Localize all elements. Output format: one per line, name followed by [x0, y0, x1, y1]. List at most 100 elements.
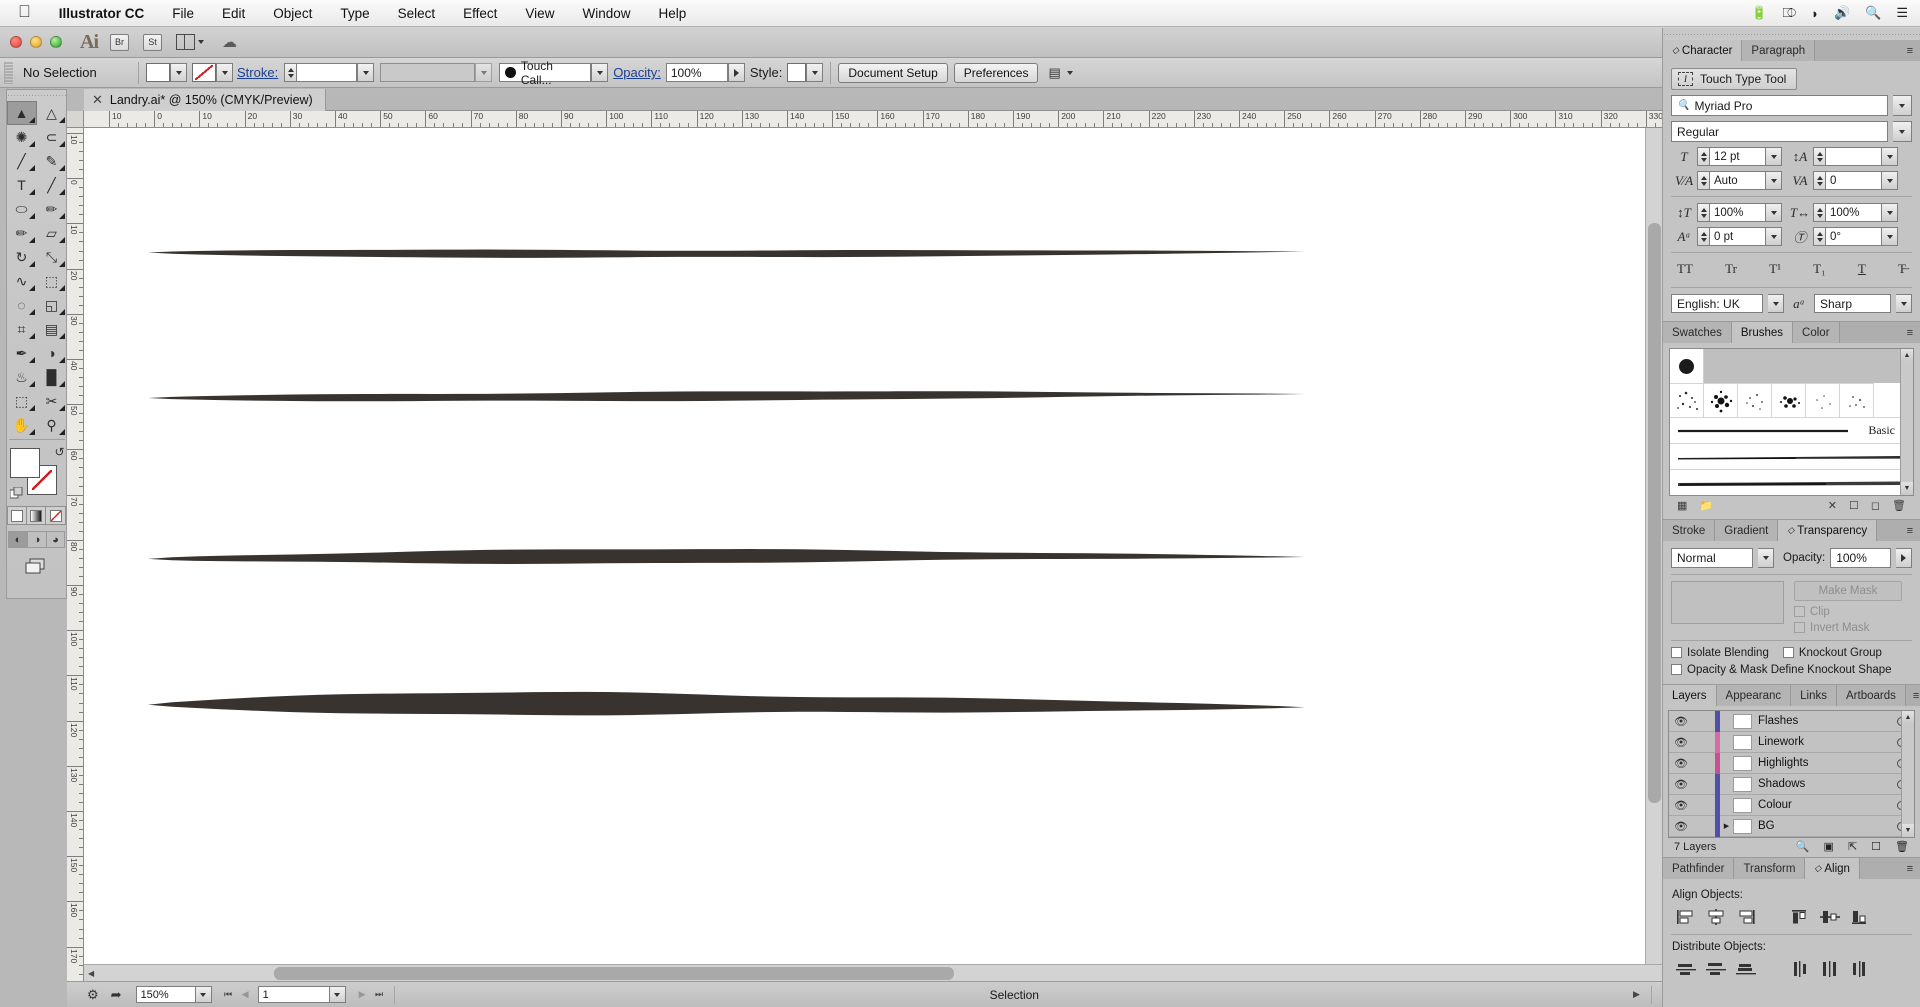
- transparency-opacity-input[interactable]: 100%: [1830, 548, 1891, 568]
- knockout-group-checkbox[interactable]: Knockout Group: [1782, 647, 1882, 659]
- swap-fill-stroke-icon[interactable]: ↺: [54, 445, 64, 459]
- draw-inside-button[interactable]: ◕: [46, 531, 65, 548]
- eraser-tool[interactable]: ▱: [37, 221, 67, 245]
- small-caps-button[interactable]: Tr: [1725, 261, 1737, 277]
- tab-color[interactable]: Color: [1793, 322, 1840, 343]
- scatter-brush-4-item[interactable]: [1772, 383, 1806, 417]
- distribute-vertical-center-button[interactable]: [1701, 958, 1731, 980]
- layer-row[interactable]: 👁 Flashes: [1669, 710, 1914, 732]
- color-mode-button[interactable]: [8, 507, 27, 524]
- delete-brush-icon[interactable]: 🗑: [1892, 499, 1906, 512]
- scatter-brush-3-item[interactable]: [1738, 383, 1772, 417]
- stroke-weight-dropdown[interactable]: [357, 63, 375, 82]
- opacity-popup-button[interactable]: [727, 63, 745, 82]
- scatter-brush-6-item[interactable]: [1840, 383, 1874, 417]
- tab-stroke[interactable]: Stroke: [1663, 520, 1716, 541]
- vertical-scroll-thumb[interactable]: [1648, 223, 1661, 803]
- chevron-down-icon[interactable]: [1066, 70, 1073, 75]
- preferences-button[interactable]: Preferences: [953, 62, 1039, 83]
- new-layer-icon[interactable]: ☐: [1871, 840, 1881, 853]
- dock-grip[interactable]: [1663, 28, 1920, 40]
- scatter-brush-1-item[interactable]: [1670, 383, 1704, 417]
- font-style-input[interactable]: Regular: [1671, 121, 1888, 142]
- volume-icon[interactable]: 🔊: [1834, 5, 1850, 21]
- document-tab[interactable]: ✕ Landry.ai* @ 150% (CMYK/Preview): [84, 89, 326, 111]
- tab-character[interactable]: ◇ Character: [1663, 40, 1743, 61]
- layer-name[interactable]: BG: [1758, 820, 1888, 832]
- language-select[interactable]: English: UK: [1671, 294, 1763, 313]
- menu-edit[interactable]: Edit: [208, 6, 259, 21]
- change-screen-mode-button[interactable]: [25, 558, 49, 579]
- menu-view[interactable]: View: [511, 6, 568, 21]
- close-icon[interactable]: ✕: [92, 92, 103, 108]
- character-rotation-stepper[interactable]: [1813, 227, 1826, 246]
- scatter-brush-5-item[interactable]: [1806, 383, 1840, 417]
- subscript-button[interactable]: T₁: [1813, 261, 1825, 277]
- layer-row[interactable]: 👁 Highlights: [1669, 752, 1914, 774]
- menu-window[interactable]: Window: [568, 6, 644, 21]
- first-artboard-icon[interactable]: ⏮: [220, 989, 237, 1000]
- bridge-button[interactable]: Br: [110, 33, 129, 51]
- release-to-layers-icon[interactable]: ⇱: [1848, 840, 1857, 853]
- prev-artboard-icon[interactable]: ◀: [237, 989, 254, 1000]
- vertical-scale-stepper[interactable]: [1697, 203, 1710, 222]
- vertical-scale-dropdown[interactable]: [1766, 203, 1782, 222]
- tracking-dropdown[interactable]: [1882, 171, 1898, 190]
- scatter-brush-2-item[interactable]: [1704, 383, 1738, 417]
- stroke-weight-stepper[interactable]: [284, 63, 298, 82]
- opacity-input[interactable]: 100%: [665, 63, 728, 82]
- leading-stepper[interactable]: [1813, 147, 1826, 166]
- transparency-opacity-popup[interactable]: [1896, 548, 1912, 568]
- distribute-right-button[interactable]: [1845, 958, 1875, 980]
- character-rotation-input[interactable]: 0°: [1826, 227, 1882, 246]
- options-icon[interactable]: ☐: [1849, 499, 1859, 512]
- draw-normal-button[interactable]: ◐: [8, 531, 27, 548]
- align-vertical-center-button[interactable]: [1815, 906, 1845, 928]
- menu-effect[interactable]: Effect: [449, 6, 511, 21]
- scroll-down-icon[interactable]: ▼: [1901, 482, 1913, 495]
- baseline-shift-input[interactable]: 0 pt: [1710, 227, 1766, 246]
- layer-visibility-toggle[interactable]: 👁: [1669, 715, 1693, 728]
- art-brush-2-item[interactable]: [1670, 469, 1913, 495]
- new-brush-icon[interactable]: ◻: [1871, 499, 1880, 512]
- opacity-mask-define-checkbox[interactable]: Opacity & Mask Define Knockout Shape: [1671, 664, 1912, 676]
- baseline-shift-dropdown[interactable]: [1766, 227, 1782, 246]
- zoom-level-input[interactable]: 150%: [135, 986, 196, 1003]
- leading-dropdown[interactable]: [1882, 147, 1898, 166]
- horizontal-scroll-thumb[interactable]: [274, 967, 954, 980]
- perspective-grid-tool[interactable]: ◱: [37, 293, 67, 317]
- stroke-profile-dropdown[interactable]: [475, 63, 493, 82]
- gradient-tool[interactable]: ▤: [37, 317, 67, 341]
- menu-file[interactable]: File: [158, 6, 208, 21]
- tab-links[interactable]: Links: [1791, 685, 1838, 706]
- layer-name[interactable]: Colour: [1758, 799, 1888, 811]
- arrange-documents-button[interactable]: [176, 34, 204, 50]
- width-tool[interactable]: ∿: [7, 269, 37, 293]
- remove-brush-link-icon[interactable]: ✕: [1828, 499, 1837, 512]
- panel-menu-icon[interactable]: ≡: [1900, 520, 1920, 541]
- horizontal-ruler[interactable]: 10 0 10 20 30 40 50 60 70 80 90 100 110 120 130 140 150 1…: [84, 111, 1662, 128]
- kerning-stepper[interactable]: [1697, 171, 1710, 190]
- line-segment-tool[interactable]: ╱: [37, 173, 67, 197]
- battery-icon[interactable]: 🔋: [1751, 5, 1767, 21]
- round-dot-brush-item[interactable]: [1670, 349, 1704, 383]
- anti-alias-select[interactable]: Sharp: [1814, 294, 1891, 313]
- align-bottom-button[interactable]: [1845, 906, 1875, 928]
- zoom-level-dropdown[interactable]: [195, 986, 212, 1003]
- search-icon[interactable]: 🔍: [1865, 5, 1881, 21]
- blend-tool[interactable]: ◑: [37, 341, 67, 365]
- fill-color-swatch[interactable]: [146, 63, 170, 82]
- tracking-input[interactable]: 0: [1826, 171, 1882, 190]
- eyedropper-tool[interactable]: ✒: [7, 341, 37, 365]
- stroke-dropdown-button[interactable]: [216, 63, 233, 82]
- artboard-tool[interactable]: ⬚: [7, 389, 37, 413]
- layer-visibility-toggle[interactable]: 👁: [1669, 757, 1693, 770]
- brush-stroke-4[interactable]: [148, 691, 1305, 716]
- stroke-color-swatch[interactable]: [192, 63, 216, 82]
- minimize-window-button[interactable]: [30, 36, 42, 48]
- distribute-horizontal-center-button[interactable]: [1815, 958, 1845, 980]
- pencil-tool[interactable]: ✏: [7, 221, 37, 245]
- none-mode-button[interactable]: [46, 507, 65, 524]
- layer-name[interactable]: Flashes: [1758, 715, 1888, 727]
- shape-builder-tool[interactable]: ◌: [7, 293, 37, 317]
